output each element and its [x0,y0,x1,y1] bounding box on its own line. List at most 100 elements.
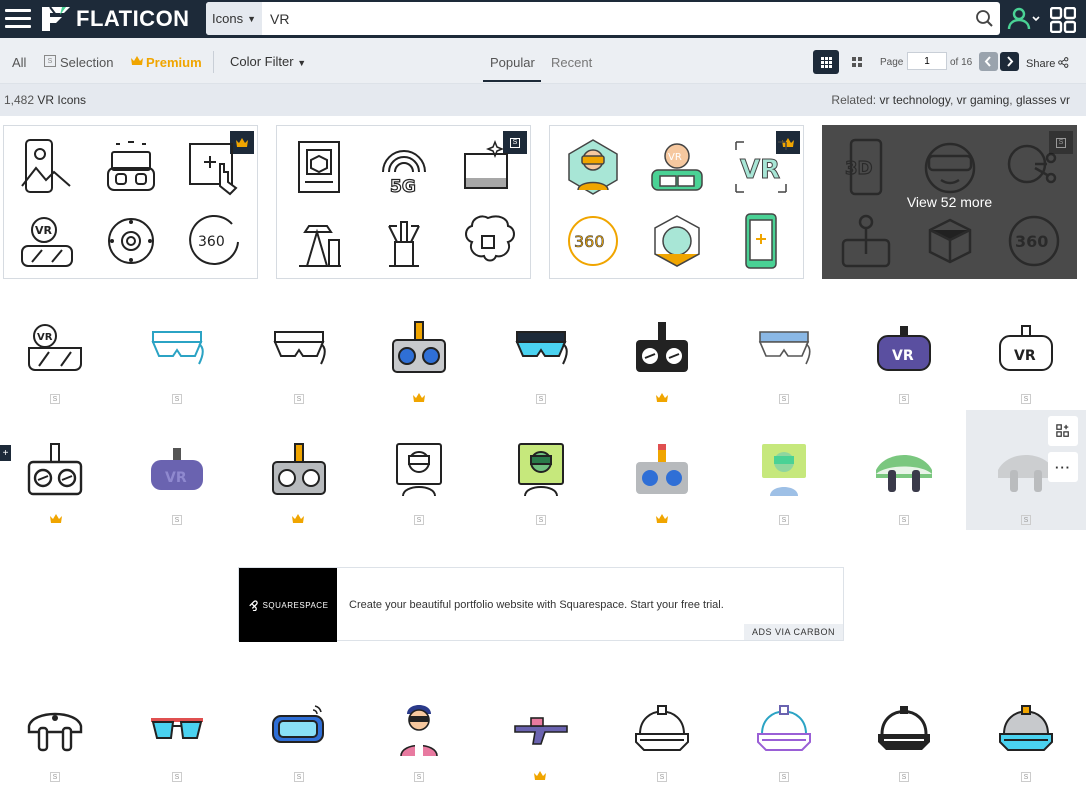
selection-icon: S [779,394,789,404]
selection-icon: S [1021,515,1031,525]
logo-text: FLATICON [76,6,190,31]
search-icon[interactable] [974,8,996,30]
menu-icon[interactable] [5,9,31,29]
selection-icon: S [50,772,60,782]
color-filter-button[interactable]: Color Filter ▼ [230,54,306,69]
cardboard-vr-icon [636,444,688,494]
icon-vr-user-outline[interactable] [389,440,449,500]
view-more-label: View 52 more [906,194,993,210]
crown-icon [656,514,668,523]
tab-popular[interactable]: Popular [490,55,535,70]
squarespace-logo: SQUARESPACE [239,568,337,642]
icon-3d-glasses[interactable] [147,700,207,760]
cardboard-vr-icon [392,321,446,373]
search-type-select[interactable]: Icons ▼ [206,2,262,35]
add-to-collection-button[interactable] [1048,416,1078,446]
icon-vr-headset-front-outline[interactable] [632,700,692,760]
flaticon-logo[interactable]: FLATICON [40,5,190,33]
vr-user-hexagon-icon [568,139,618,195]
svg-text:VR: VR [1014,348,1036,364]
related-link-glasses-vr[interactable]: glasses vr [1016,93,1070,107]
icon-vr-glasses-blue-outline[interactable] [147,318,207,378]
icon-vr-glasses-black-outline[interactable] [269,318,329,378]
icon-vr-glasses-color[interactable] [511,318,571,378]
selection-icon: S [414,772,424,782]
icon-vr-headset-front-color[interactable] [996,700,1056,760]
related-searches: Related: vr technology, vr gaming, glass… [831,93,1070,107]
svg-text:360: 360 [198,234,225,250]
icon-pack-card[interactable]: S 5G [276,125,531,279]
icon-vr-glasses-light[interactable] [754,318,814,378]
icon-cardboard-vr-glyph[interactable] [632,318,692,378]
page-number-input[interactable] [907,52,947,70]
share-button[interactable]: Share [1026,57,1069,70]
cardboard-vr-icon [636,322,688,372]
icon-pack-card[interactable]: VR 360 [3,125,258,279]
3d-phone-icon: 3D [844,138,883,196]
icon-vr-headset-purple-flat[interactable]: VR [147,440,207,500]
icon-cardboard-vr-outline[interactable] [25,440,85,500]
icon-vr-headset-purple[interactable]: VR [874,318,934,378]
crown-icon [656,393,668,402]
icon-vr-goggles-blue[interactable] [269,700,329,760]
icon-cardboard-vr-flat[interactable] [632,440,692,500]
divider [213,51,214,73]
vr-headset-color-icon: VR [651,143,703,191]
icon-cardboard-vr-grey[interactable] [269,440,329,500]
icon-vr-headset-outline[interactable]: VR [996,318,1056,378]
more-options-button[interactable]: ··· [1048,452,1078,482]
icon-vr-user-green[interactable] [511,440,571,500]
360-degree-icon: 360 [189,214,239,265]
filter-selection[interactable]: Selection [60,55,113,70]
search-input[interactable] [270,9,950,29]
add-collection-icon [1056,424,1069,437]
icon-vr-headset-front-glyph[interactable] [874,700,934,760]
selection-icon: S [294,394,304,404]
selection-icon: S [899,394,909,404]
vr-headset-icon [757,705,811,751]
icon-vr-gun[interactable] [511,700,571,760]
filter-all[interactable]: All [12,55,26,70]
icon-vr-man[interactable] [389,700,449,760]
3d-glasses-icon [151,718,203,739]
search-bar: Icons ▼ [206,2,1000,35]
next-page-button[interactable] [1000,52,1019,71]
vr-glasses-icon: VR [21,217,73,267]
360-camera-icon [108,218,154,264]
icon-vr-headset-controllers[interactable] [25,700,85,760]
icon-vr-controllers[interactable] [874,440,934,500]
ad-tag[interactable]: ADS VIA CARBON [743,624,843,640]
large-grid-icon [852,57,862,67]
icon-hover-card[interactable]: ··· [966,410,1086,530]
view-more-packs-card[interactable]: S 3D 360 View 52 more [822,125,1077,279]
vr-headset-icon: VR [877,326,931,371]
icon-vr-user-flat[interactable] [754,440,814,500]
selection-icon: S [1021,394,1031,404]
crown-icon [413,393,425,402]
filter-premium[interactable]: Premium [146,55,202,70]
vr-user-icon [396,443,442,497]
related-link-vr-gaming[interactable]: vr gaming [957,93,1010,107]
icon-vr-glasses-outline[interactable]: VR [25,318,85,378]
user-icon[interactable] [1006,6,1042,32]
selection-icon: S [536,394,546,404]
prev-page-button[interactable] [979,52,998,71]
view-large-grid-button[interactable] [844,50,870,74]
tab-recent[interactable]: Recent [551,55,592,70]
vr-controllers-icon [876,455,932,492]
carbon-ad[interactable]: SQUARESPACE Create your beautiful portfo… [238,567,844,642]
view-small-grid-button[interactable] [813,50,839,74]
icon-pack-card[interactable]: VR VR 360 [549,125,804,279]
vr-controllers-icon [998,455,1054,492]
icon-cardboard-vr-color[interactable] [389,318,449,378]
icon-vr-headset-front-gradient[interactable] [754,700,814,760]
add-collection-button[interactable]: + [0,445,11,461]
related-link-vr-technology[interactable]: vr technology [879,93,949,107]
apps-grid-icon[interactable] [1050,7,1076,33]
vr-glasses-icon [151,331,204,365]
icon-vr-controllers-grey[interactable] [996,440,1056,500]
page-label: Page [880,57,904,68]
selection-icon: S [899,772,909,782]
squarespace-icon [248,600,258,611]
360-view-icon: 360 [568,216,618,266]
